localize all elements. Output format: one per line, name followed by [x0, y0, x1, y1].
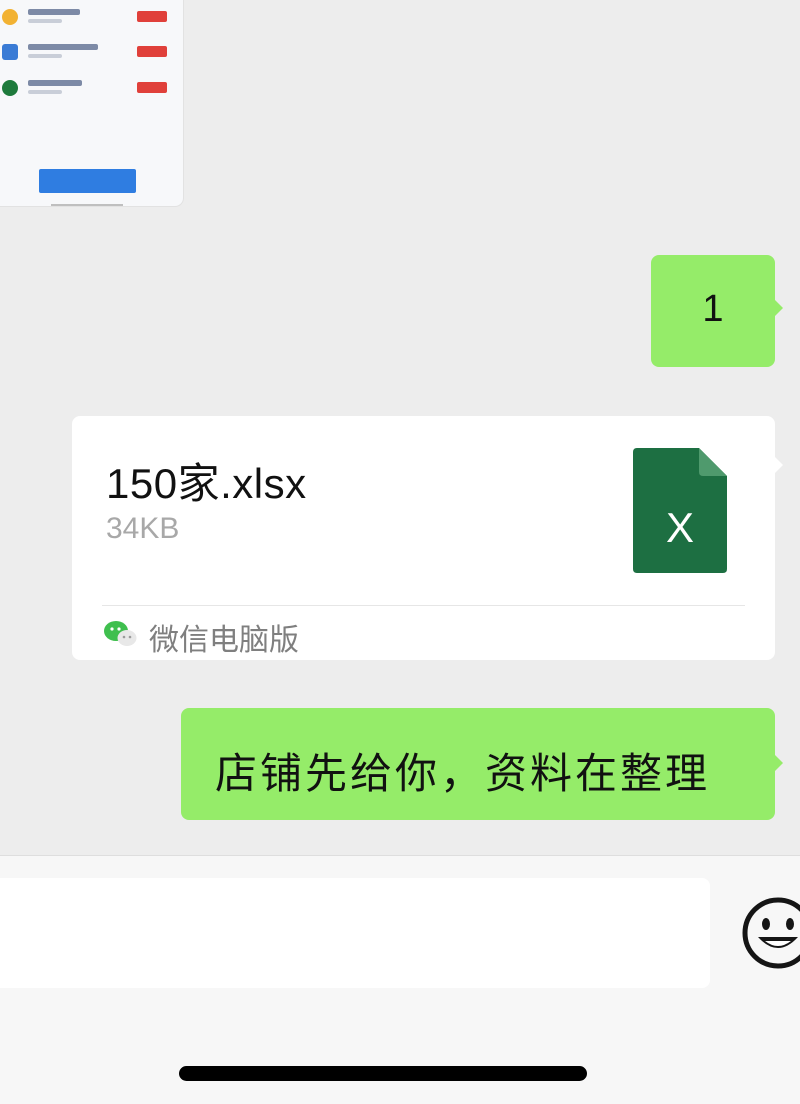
thumbnail-row — [0, 7, 175, 27]
excel-letter: X — [666, 504, 694, 551]
message-text: 1 — [702, 288, 724, 330]
file-name: 150家.xlsx — [106, 460, 307, 507]
file-source-label: 微信电脑版 — [149, 624, 299, 657]
smiley-icon[interactable] — [740, 895, 800, 971]
message-input[interactable] — [0, 878, 710, 988]
thumbnail-row — [0, 78, 175, 98]
thumbnail-home-indicator — [51, 204, 123, 206]
file-size: 34KB — [106, 512, 180, 545]
card-divider — [102, 605, 745, 606]
image-message-thumbnail[interactable] — [0, 0, 183, 206]
chat-area[interactable]: 1 150家.xlsx 34KB X 微信电脑版 店铺先给你，资料在整理 — [0, 0, 800, 855]
message-bubble-text[interactable]: 1 — [651, 255, 783, 367]
file-message-card[interactable]: 150家.xlsx 34KB X 微信电脑版 — [72, 416, 783, 660]
thumbnail-row — [0, 42, 175, 62]
thumbnail-button — [39, 169, 136, 193]
excel-file-icon: X — [633, 448, 727, 573]
message-text: 店铺先给你，资料在整理 — [215, 750, 711, 797]
home-indicator — [179, 1066, 587, 1081]
message-bubble-text[interactable]: 店铺先给你，资料在整理 — [181, 708, 783, 820]
wechat-icon — [104, 621, 137, 646]
